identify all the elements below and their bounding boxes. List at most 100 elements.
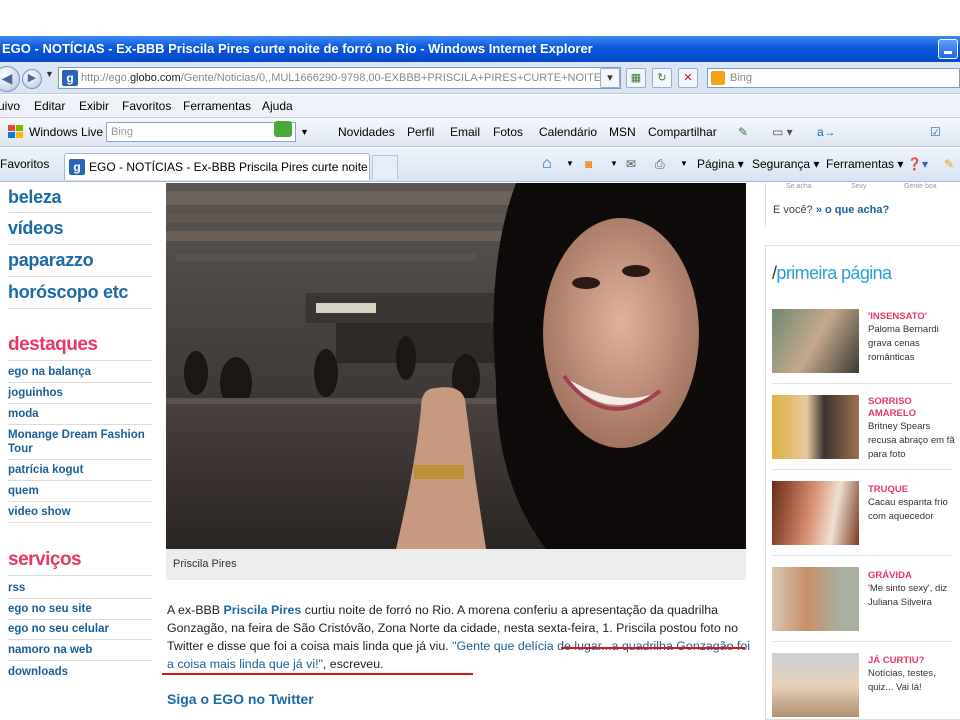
mail-icon[interactable]: ✉ bbox=[626, 148, 636, 180]
live-link-calendario[interactable]: Calendário bbox=[539, 118, 597, 146]
news-tag[interactable]: GRÁVIDA bbox=[868, 570, 958, 582]
home-icon[interactable]: ⌂ bbox=[542, 148, 552, 180]
article-photo-image bbox=[166, 183, 746, 549]
news-thumbnail[interactable] bbox=[772, 309, 859, 373]
news-thumbnail[interactable] bbox=[772, 481, 859, 545]
security-menu[interactable]: Segurança ▾ bbox=[752, 148, 819, 180]
menu-item-file[interactable]: uivo bbox=[0, 95, 20, 117]
menu-item-help[interactable]: Ajuda bbox=[262, 95, 293, 117]
poll-option[interactable]: Gente boa bbox=[904, 183, 937, 190]
destaque-link-patricia-kogut[interactable]: patrícia kogut bbox=[8, 463, 158, 477]
refresh-icon[interactable]: ↻ bbox=[652, 68, 672, 88]
research-icon[interactable]: ✎ bbox=[944, 148, 954, 180]
quote-underline-2 bbox=[162, 673, 473, 675]
new-tab-button[interactable] bbox=[372, 155, 398, 179]
live-search-input[interactable]: Bing bbox=[106, 122, 296, 142]
translate-icon[interactable]: a→ bbox=[817, 118, 836, 146]
photo-caption: Priscila Pires bbox=[166, 549, 746, 580]
edit-icon[interactable]: ✎ bbox=[738, 118, 748, 146]
stop-icon[interactable]: ✕ bbox=[678, 68, 698, 88]
destaque-link-video-show[interactable]: video show bbox=[8, 505, 158, 519]
news-tag[interactable]: 'INSENSATO' bbox=[868, 311, 958, 323]
news-headline[interactable]: 'Me sinto sexy', diz Juliana Silveira bbox=[868, 582, 958, 610]
help-icon[interactable]: ❓▾ bbox=[907, 148, 928, 180]
window-title: EGO - NOTÍCIAS - Ex-BBB Priscila Pires c… bbox=[2, 41, 593, 56]
feeds-dropdown-icon[interactable]: ▼ bbox=[610, 148, 618, 180]
minimize-button[interactable] bbox=[938, 39, 958, 59]
live-search-go-icon[interactable] bbox=[274, 121, 292, 137]
news-tag[interactable]: TRUQUE bbox=[868, 484, 958, 496]
divider bbox=[8, 212, 152, 213]
settings-checkbox-icon[interactable]: ☑ bbox=[930, 118, 941, 146]
favorites-label[interactable]: Favoritos bbox=[0, 148, 49, 180]
page-menu-label: Página bbox=[697, 157, 735, 171]
nav-link-horoscopo[interactable]: horóscopo etc bbox=[8, 282, 128, 303]
news-tag[interactable]: JÁ CURTIU? bbox=[868, 655, 958, 667]
back-button[interactable]: ◀ bbox=[0, 66, 20, 92]
servico-link-rss[interactable]: rss bbox=[8, 581, 158, 595]
page-menu[interactable]: Página ▾ bbox=[697, 148, 744, 180]
url-domain: globo.com bbox=[129, 72, 181, 84]
poll-option[interactable]: Sexy bbox=[851, 183, 867, 190]
gadget-icon[interactable]: ▭ ▾ bbox=[772, 118, 793, 146]
poll-option[interactable]: Se acha bbox=[786, 183, 812, 190]
destaque-link-balanca[interactable]: ego na balança bbox=[8, 365, 158, 379]
news-thumbnail[interactable] bbox=[772, 567, 859, 631]
menu-item-tools[interactable]: Ferramentas bbox=[183, 95, 251, 117]
tools-menu[interactable]: Ferramentas ▾ bbox=[826, 148, 903, 180]
servicos-heading: serviços bbox=[8, 549, 82, 570]
news-headline[interactable]: Cacau espanta frio com aquecedor bbox=[868, 496, 958, 524]
address-field[interactable]: g http://ego.globo.com/Gente/Noticias/0,… bbox=[58, 67, 621, 89]
divider bbox=[8, 403, 152, 404]
live-search-dropdown-icon[interactable]: ▼ bbox=[300, 118, 309, 146]
destaque-link-joguinhos[interactable]: joguinhos bbox=[8, 386, 158, 400]
live-link-email[interactable]: Email bbox=[450, 118, 480, 146]
news-tag[interactable]: SORRISO AMARELO bbox=[868, 396, 958, 420]
news-thumbnail[interactable] bbox=[772, 653, 859, 717]
url-prefix: http://ego. bbox=[81, 72, 130, 84]
servico-link-namoro[interactable]: namoro na web bbox=[8, 643, 158, 657]
destaque-link-moda[interactable]: moda bbox=[8, 407, 158, 421]
search-input[interactable]: Bing bbox=[707, 68, 960, 88]
nav-link-beleza[interactable]: beleza bbox=[8, 187, 62, 208]
opinion-label: E você? bbox=[773, 204, 813, 216]
article-name-link[interactable]: Priscila Pires bbox=[223, 603, 301, 617]
menu-item-favorites[interactable]: Favoritos bbox=[122, 95, 171, 117]
menu-item-edit[interactable]: Editar bbox=[34, 95, 65, 117]
back-arrow-icon: ◀ bbox=[1, 70, 13, 86]
print-dropdown-icon[interactable]: ▼ bbox=[680, 148, 688, 180]
menu-item-view[interactable]: Exibir bbox=[79, 95, 109, 117]
history-dropdown-icon[interactable]: ▼ bbox=[45, 69, 54, 79]
news-headline[interactable]: Britney Spears recusa abraço em fã para … bbox=[868, 420, 958, 462]
divider bbox=[8, 522, 152, 523]
menu-bar: uivo Editar Exibir Favoritos Ferramentas… bbox=[0, 95, 960, 117]
news-headline[interactable]: Paloma Bernardi grava cenas românticas bbox=[868, 323, 958, 365]
divider bbox=[8, 619, 152, 620]
live-link-novidades[interactable]: Novidades bbox=[338, 118, 395, 146]
destaque-link-quem[interactable]: quem bbox=[8, 484, 158, 498]
live-link-fotos[interactable]: Fotos bbox=[493, 118, 523, 146]
address-toolbar: ◀ ▶ ▼ g http://ego.globo.com/Gente/Notic… bbox=[0, 62, 960, 94]
home-dropdown-icon[interactable]: ▼ bbox=[566, 148, 574, 180]
nav-link-videos[interactable]: vídeos bbox=[8, 218, 64, 239]
news-headline[interactable]: Notícias, testes, quiz... Vai lá! bbox=[868, 667, 958, 695]
live-link-compartilhar[interactable]: Compartilhar bbox=[648, 118, 717, 146]
tab-ego-noticias[interactable]: g EGO - NOTÍCIAS - Ex-BBB Priscila Pires… bbox=[64, 153, 370, 180]
address-dropdown-button[interactable]: ▾ bbox=[600, 68, 620, 88]
destaque-link-monange[interactable]: Monange Dream Fashion Tour bbox=[8, 428, 154, 456]
windows-live-label[interactable]: Windows Live bbox=[29, 118, 103, 146]
feeds-icon[interactable]: ◙ bbox=[585, 148, 592, 180]
nav-link-paparazzo[interactable]: paparazzo bbox=[8, 250, 94, 271]
forward-button[interactable]: ▶ bbox=[22, 69, 42, 89]
live-link-perfil[interactable]: Perfil bbox=[407, 118, 434, 146]
servico-link-celular[interactable]: ego no seu celular bbox=[8, 622, 158, 636]
url-path: /Gente/Noticias/0,,MUL1666290-9798,00-EX… bbox=[180, 72, 608, 84]
servico-link-downloads[interactable]: downloads bbox=[8, 665, 158, 679]
follow-twitter-link[interactable]: Siga o EGO no Twitter bbox=[167, 691, 314, 707]
compatibility-icon[interactable]: ▦ bbox=[626, 68, 646, 88]
print-icon[interactable]: ⎙ bbox=[655, 148, 665, 180]
live-link-msn[interactable]: MSN bbox=[609, 118, 636, 146]
news-thumbnail[interactable] bbox=[772, 395, 859, 459]
opinion-link[interactable]: » o que acha? bbox=[816, 204, 889, 216]
servico-link-site[interactable]: ego no seu site bbox=[8, 602, 158, 616]
